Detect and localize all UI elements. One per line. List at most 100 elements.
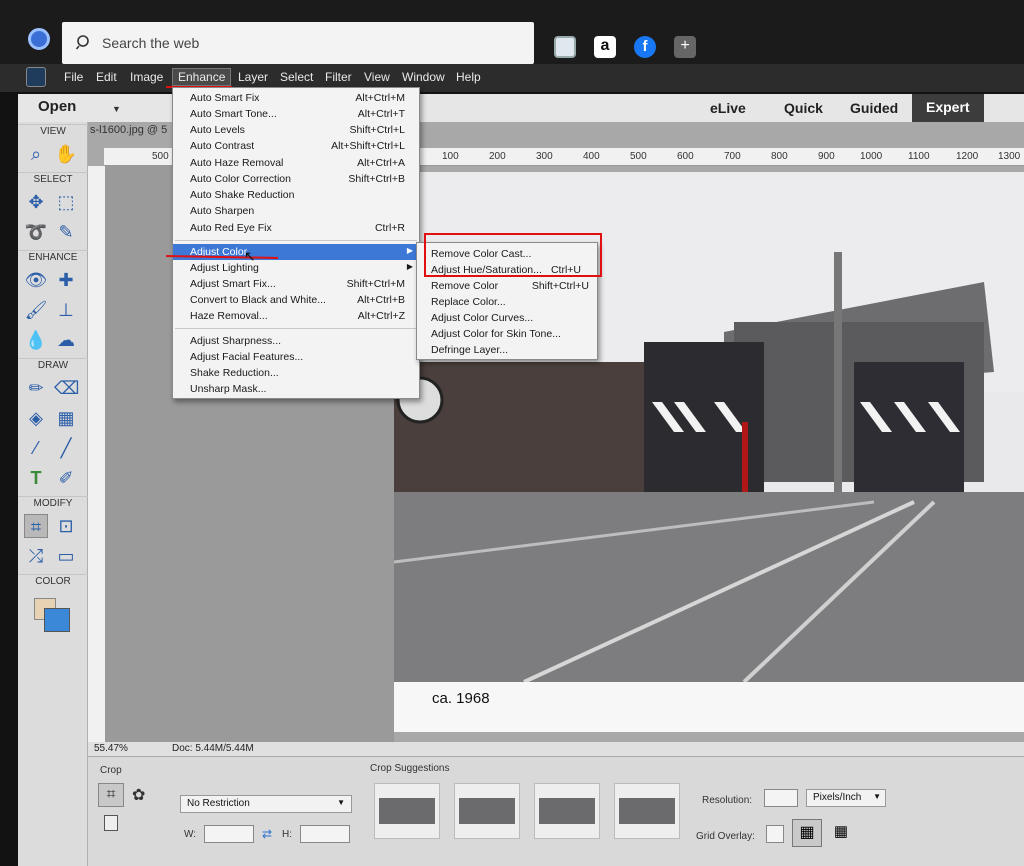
menu-layer[interactable]: Layer <box>238 70 268 84</box>
menu-help[interactable]: Help <box>456 70 481 84</box>
menu-item-adjust-smart-fix[interactable]: Adjust Smart Fix... Shift+Ctrl+M <box>173 276 419 292</box>
straighten-tool-icon[interactable]: ▭ <box>54 544 78 568</box>
tool-options-panel: Crop ⌗ ✿ No Restriction ▼ W: ⇄ H: Crop S… <box>88 756 1024 866</box>
menu-item-adjust-facial-features[interactable]: Adjust Facial Features... <box>173 349 419 365</box>
grid-rule-of-thirds-icon[interactable]: ▦ <box>792 819 822 847</box>
menu-filter[interactable]: Filter <box>325 70 352 84</box>
crop-suggestion-thumb[interactable] <box>374 783 440 839</box>
menu-item-replace-color[interactable]: Replace Color... <box>417 294 597 310</box>
menu-item-auto-haze-removal[interactable]: Auto Haze Removal Alt+Ctrl+A <box>173 155 419 171</box>
paint-bucket-tool-icon[interactable]: ◈ <box>24 406 48 430</box>
menu-item-defringe-layer[interactable]: Defringe Layer... <box>417 342 597 358</box>
tab-quick[interactable]: Quick <box>784 100 823 116</box>
blur-tool-icon[interactable]: 💧 <box>24 328 48 352</box>
menu-image[interactable]: Image <box>130 70 163 84</box>
menu-item-auto-color-correction[interactable]: Auto Color Correction Shift+Ctrl+B <box>173 171 419 187</box>
zoom-level[interactable]: 55.47% <box>94 743 128 754</box>
gradient-tool-icon[interactable]: ▦ <box>54 406 78 430</box>
ruler-label: 100 <box>442 151 459 162</box>
width-field[interactable] <box>204 825 254 843</box>
red-eye-tool-icon[interactable]: 👁 <box>24 268 48 292</box>
menu-item-adjust-color-skin-tone[interactable]: Adjust Color for Skin Tone... <box>417 326 597 342</box>
quick-selection-tool-icon[interactable]: ✎ <box>54 220 78 244</box>
crop-suggestions-label: Crop Suggestions <box>370 763 450 774</box>
brush-tool-icon[interactable]: ✏ <box>24 376 48 400</box>
resolution-unit-select[interactable]: Pixels/Inch ▼ <box>806 789 886 807</box>
menu-item-adjust-lighting[interactable]: Adjust Lighting ▶ <box>173 260 419 276</box>
photo-crop-icon[interactable] <box>104 815 118 831</box>
ruler-label: 300 <box>536 151 553 162</box>
menu-file[interactable]: File <box>64 70 83 84</box>
hand-tool-icon[interactable]: ✋ <box>54 142 78 166</box>
menu-window[interactable]: Window <box>402 70 445 84</box>
menu-item-auto-sharpen[interactable]: Auto Sharpen <box>173 203 419 219</box>
crop-shape-icon[interactable]: ✿ <box>132 785 145 805</box>
menu-item-remove-color[interactable]: Remove Color Shift+Ctrl+U <box>417 278 597 294</box>
smart-brush-tool-icon[interactable]: 🖌 <box>24 298 48 322</box>
enhance-menu: Auto Smart Fix Alt+Ctrl+M Auto Smart Tone… <box>172 87 420 399</box>
tab-elive[interactable]: eLive <box>710 100 746 116</box>
crop-rect-icon[interactable]: ⌗ <box>98 783 124 807</box>
menu-select[interactable]: Select <box>280 70 313 84</box>
amazon-icon[interactable]: a <box>594 36 616 58</box>
swap-dimensions-icon[interactable]: ⇄ <box>262 827 272 841</box>
height-field[interactable] <box>300 825 350 843</box>
crop-label: Crop <box>100 765 122 776</box>
type-tool-icon[interactable]: T <box>24 466 48 490</box>
menu-item-convert-black-white[interactable]: Convert to Black and White... Alt+Ctrl+B <box>173 292 419 308</box>
ruler-label: 1200 <box>956 151 979 162</box>
zoom-tool-icon[interactable]: ⌕ <box>24 142 48 166</box>
eraser-tool-icon[interactable]: ⌫ <box>54 376 79 400</box>
browser-icon[interactable] <box>554 36 576 58</box>
add-tab-icon[interactable]: + <box>674 36 696 58</box>
menu-item-auto-levels[interactable]: Auto Levels Shift+Ctrl+L <box>173 122 419 138</box>
menu-item-adjust-sharpness[interactable]: Adjust Sharpness... <box>173 333 419 349</box>
open-dropdown-icon[interactable]: ▼ <box>112 104 121 114</box>
spot-healing-tool-icon[interactable]: ✚ <box>54 268 78 292</box>
web-search-box[interactable] <box>62 22 534 64</box>
menu-item-adjust-color-curves[interactable]: Adjust Color Curves... <box>417 310 597 326</box>
content-aware-move-tool-icon[interactable]: ⤮ <box>24 544 48 568</box>
menu-item-haze-removal[interactable]: Haze Removal... Alt+Ctrl+Z <box>173 308 419 324</box>
menu-view[interactable]: View <box>364 70 390 84</box>
submenu-arrow-icon: ▶ <box>406 262 413 271</box>
crop-suggestion-thumb[interactable] <box>454 783 520 839</box>
chevron-down-icon: ▼ <box>873 792 881 801</box>
ruler-label: 1000 <box>860 151 883 162</box>
marquee-tool-icon[interactable]: ⬚ <box>54 190 78 214</box>
aspect-ratio-select[interactable]: No Restriction ▼ <box>180 795 352 813</box>
menu-edit[interactable]: Edit <box>96 70 117 84</box>
menu-item-auto-smart-tone[interactable]: Auto Smart Tone... Alt+Ctrl+T <box>173 106 419 122</box>
menu-item-auto-contrast[interactable]: Auto Contrast Alt+Shift+Ctrl+L <box>173 138 419 154</box>
move-tool-icon[interactable]: ✥ <box>24 190 48 214</box>
tab-guided[interactable]: Guided <box>850 100 898 116</box>
ruler-label: 1300 <box>998 151 1021 162</box>
menu-item-auto-red-eye-fix[interactable]: Auto Red Eye Fix Ctrl+R <box>173 220 419 236</box>
lasso-tool-icon[interactable]: ➰ <box>24 220 48 244</box>
facebook-icon[interactable]: f <box>634 36 656 58</box>
menu-item-unsharp-mask[interactable]: Unsharp Mask... <box>173 381 419 397</box>
document-tab[interactable]: s-l1600.jpg @ 5 <box>90 124 167 136</box>
menu-item-auto-shake-reduction[interactable]: Auto Shake Reduction <box>173 187 419 203</box>
crop-suggestion-thumb[interactable] <box>534 783 600 839</box>
crop-tool-icon[interactable]: ⌗ <box>24 514 48 538</box>
background-color-swatch[interactable] <box>44 608 70 632</box>
recompose-tool-icon[interactable]: ⊡ <box>54 514 78 538</box>
app-launcher-icon[interactable] <box>28 28 50 50</box>
menu-enhance[interactable]: Enhance <box>172 68 232 86</box>
grid-fine-icon[interactable]: ▦ <box>832 823 850 841</box>
resolution-field[interactable] <box>764 789 798 807</box>
line-tool-icon[interactable]: ╱ <box>54 436 78 460</box>
eyedropper-tool-icon[interactable]: ⁄ <box>24 436 48 460</box>
open-button[interactable]: Open <box>38 98 76 115</box>
section-color: COLOR <box>18 574 88 587</box>
menu-item-shake-reduction[interactable]: Shake Reduction... <box>173 365 419 381</box>
pencil-tool-icon[interactable]: ✐ <box>54 466 78 490</box>
menu-item-auto-smart-fix[interactable]: Auto Smart Fix Alt+Ctrl+M <box>173 90 419 106</box>
crop-suggestion-thumb[interactable] <box>614 783 680 839</box>
sponge-tool-icon[interactable]: ☁ <box>54 328 78 352</box>
ruler-label: 200 <box>489 151 506 162</box>
grid-none-option[interactable] <box>766 825 784 843</box>
clone-stamp-tool-icon[interactable]: ⊥ <box>54 298 78 322</box>
search-input[interactable] <box>102 30 522 56</box>
